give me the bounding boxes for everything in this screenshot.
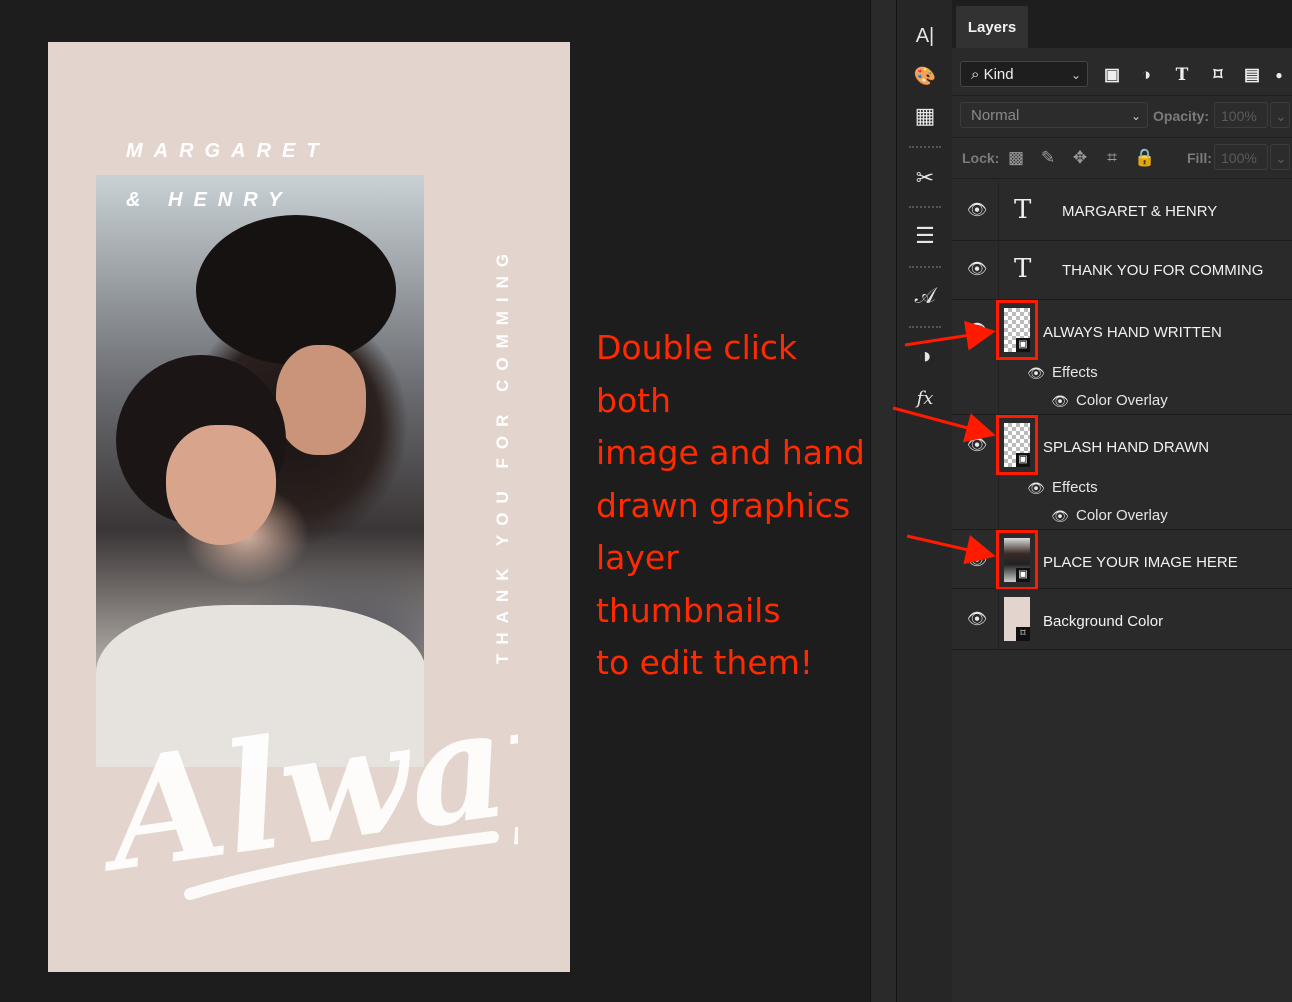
visibility-eye-icon[interactable]: 👁 [966, 553, 988, 569]
highlight-box [996, 300, 1038, 360]
opacity-label: Opacity: [1153, 108, 1210, 124]
annotation-line: layer thumbnails [596, 538, 781, 630]
lock-label: Lock: [962, 150, 1000, 166]
layer-row-thank-you[interactable]: 👁 T THANK YOU FOR COMMING [952, 241, 1292, 300]
smart-object-filter-icon[interactable]: ▤ [1242, 65, 1262, 85]
grid-icon[interactable]: ▦ [909, 100, 941, 132]
opacity-dropdown-icon[interactable]: ⌄ [1270, 102, 1290, 128]
panel-icon-strip: A| 🎨 ▦ ✂ ☰ 𝒜 ◑ fx [896, 0, 954, 1002]
layer-filter-row: ⌕ Kind ⌄ ▣ ◑ T ⌑ ▤ ● [952, 53, 1292, 93]
lock-brush-icon[interactable]: ✎ [1038, 148, 1058, 168]
panel-tab-strip: Layers [952, 0, 1292, 48]
canvas-title-line1: MARGARET [126, 140, 330, 162]
tool-separator [909, 266, 941, 268]
instruction-annotation: Double click both image and hand drawn g… [596, 322, 870, 690]
chevron-down-icon: ⌄ [1130, 109, 1141, 123]
visibility-eye-icon[interactable]: 👁 [966, 612, 988, 628]
layers-panel: Layers ⌕ Kind ⌄ ▣ ◑ T ⌑ ▤ ● Normal ⌄ Opa… [952, 0, 1292, 1002]
kind-filter-select[interactable]: ⌕ Kind ⌄ [960, 61, 1088, 87]
panel-dock-strip [870, 0, 897, 1002]
document-workspace: MARGARET & HENRY THANK YOU FOR COMMING A… [0, 0, 870, 1002]
annotation-line: Double click both [596, 328, 798, 420]
highlight-box [996, 415, 1038, 475]
layer-name[interactable]: THANK YOU FOR COMMING [1062, 262, 1263, 279]
photo-face-man [276, 345, 366, 455]
effects-visibility-icon[interactable]: 👁 [1026, 481, 1046, 495]
tool-separator [909, 326, 941, 328]
adjustment-filter-icon[interactable]: ◑ [1136, 65, 1156, 85]
layer-divider [998, 589, 999, 649]
tool-separator [909, 206, 941, 208]
layer-name[interactable]: PLACE YOUR IMAGE HERE [1043, 554, 1238, 571]
search-icon: ⌕ [971, 66, 980, 83]
image-filter-icon[interactable]: ▣ [1102, 65, 1122, 85]
layer-thumbnail[interactable]: ⌑ [1004, 597, 1030, 641]
annotation-line: drawn graphics [596, 485, 851, 525]
lock-row: Lock: ▩ ✎ ✥ ⌗ 🔒 Fill: 100% ⌄ [952, 137, 1292, 179]
photo-face-woman [166, 425, 276, 545]
fx-styles-icon[interactable]: fx [909, 382, 941, 414]
highlight-box [996, 530, 1038, 590]
layer-row-background-color[interactable]: 👁 ⌑ Background Color [952, 589, 1292, 650]
blend-mode-row: Normal ⌄ Opacity: 100% ⌄ [952, 95, 1292, 136]
effect-visibility-icon[interactable]: 👁 [1050, 509, 1070, 523]
annotation-line: to edit them! [596, 643, 813, 682]
layer-divider [998, 182, 999, 240]
layer-row-place-your-image[interactable]: 👁 ▣ PLACE YOUR IMAGE HERE [952, 530, 1292, 590]
blend-mode-value: Normal [971, 107, 1020, 124]
scissors-icon[interactable]: ✂ [909, 162, 941, 194]
filter-toggle-icon[interactable]: ● [1272, 65, 1286, 85]
lock-transparency-icon[interactable]: ▩ [1006, 148, 1026, 168]
always-handwritten-graphic: Always [98, 662, 518, 907]
opacity-field[interactable]: 100% [1214, 102, 1268, 128]
layer-divider [998, 241, 999, 299]
effects-visibility-icon[interactable]: 👁 [1026, 366, 1046, 380]
effects-label: Effects [1052, 364, 1098, 381]
effect-name[interactable]: Color Overlay [1076, 392, 1168, 409]
layer-row-always-hand-written[interactable]: 👁 ▣ ALWAYS HAND WRITTEN 👁 Effects 👁 Colo… [952, 300, 1292, 415]
photo-hair [196, 215, 396, 365]
glyph-panel-icon[interactable]: 𝒜 [909, 280, 941, 312]
effect-name[interactable]: Color Overlay [1076, 507, 1168, 524]
visibility-eye-icon[interactable]: 👁 [966, 203, 988, 219]
annotation-line: image and hand [596, 433, 865, 472]
type-filter-icon[interactable]: T [1172, 65, 1192, 85]
shape-filter-icon[interactable]: ⌑ [1208, 65, 1228, 85]
layer-name[interactable]: Background Color [1043, 613, 1163, 630]
layer-row-margaret-henry[interactable]: 👁 T MARGARET & HENRY [952, 182, 1292, 241]
fill-layer-badge-icon: ⌑ [1016, 627, 1030, 641]
palette-icon[interactable]: 🎨 [909, 60, 941, 92]
fill-dropdown-icon[interactable]: ⌄ [1270, 144, 1290, 170]
blend-mode-select[interactable]: Normal ⌄ [960, 102, 1148, 128]
type-cursor-icon[interactable]: A| [909, 20, 941, 52]
effect-visibility-icon[interactable]: 👁 [1050, 394, 1070, 408]
adjustments-icon[interactable]: ◑ [909, 340, 941, 372]
lock-all-icon[interactable]: 🔒 [1134, 148, 1155, 168]
tool-separator [909, 146, 941, 148]
fill-label: Fill: [1187, 150, 1212, 166]
kind-filter-label: Kind [983, 66, 1014, 83]
lock-artboard-icon[interactable]: ⌗ [1102, 148, 1122, 168]
layer-row-splash-hand-drawn[interactable]: 👁 ▣ SPLASH HAND DRAWN 👁 Effects 👁 Color … [952, 415, 1292, 530]
canvas-title-line2: & HENRY [126, 189, 293, 211]
tab-layers[interactable]: Layers [956, 6, 1028, 48]
visibility-eye-icon[interactable]: 👁 [966, 323, 988, 339]
layer-name[interactable]: ALWAYS HAND WRITTEN [1043, 324, 1222, 341]
effects-label: Effects [1052, 479, 1098, 496]
chevron-down-icon: ⌄ [1070, 68, 1081, 82]
layer-name[interactable]: MARGARET & HENRY [1062, 203, 1217, 220]
canvas-vertical-text: THANK YOU FOR COMMING [493, 244, 512, 664]
paragraph-panel-icon[interactable]: ☰ [909, 220, 941, 252]
fill-field[interactable]: 100% [1214, 144, 1268, 170]
lock-position-icon[interactable]: ✥ [1070, 148, 1090, 168]
text-layer-icon: T [1014, 254, 1032, 284]
visibility-eye-icon[interactable]: 👁 [966, 438, 988, 454]
document-canvas[interactable]: MARGARET & HENRY THANK YOU FOR COMMING A… [48, 42, 570, 972]
visibility-eye-icon[interactable]: 👁 [966, 262, 988, 278]
layer-name[interactable]: SPLASH HAND DRAWN [1043, 439, 1209, 456]
text-layer-icon: T [1014, 195, 1032, 225]
